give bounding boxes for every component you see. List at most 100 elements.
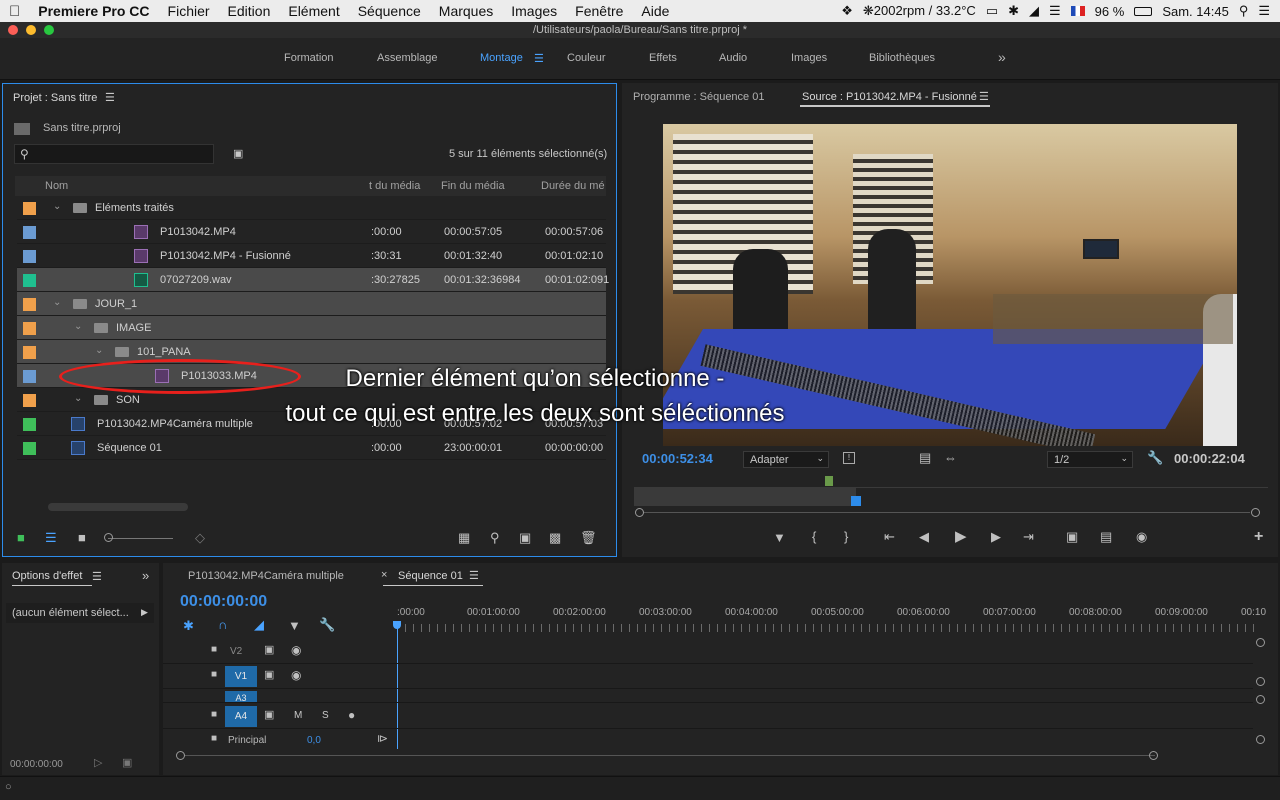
go-to-in-icon[interactable]: ⇤: [884, 529, 895, 545]
eye-icon[interactable]: ◉: [291, 668, 301, 682]
playhead[interactable]: [851, 496, 861, 506]
menu-marques[interactable]: Marques: [430, 3, 502, 19]
battery-icon[interactable]: [1134, 6, 1153, 16]
menu-aide[interactable]: Aide: [632, 3, 678, 19]
close-tab-icon[interactable]: ×: [381, 569, 387, 581]
track-label-v2[interactable]: V2: [230, 646, 242, 657]
workspace-effets[interactable]: Effets: [649, 52, 677, 64]
export-icon[interactable]: ▣: [122, 756, 132, 769]
project-row[interactable]: ⌄ Eléments traités: [17, 196, 606, 220]
menu-app[interactable]: Premiere Pro CC: [29, 3, 158, 19]
sort-icon[interactable]: ◇: [195, 530, 205, 546]
workspace-montage[interactable]: Montage: [480, 52, 523, 64]
marker[interactable]: [825, 476, 833, 486]
step-back-icon[interactable]: ◀: [919, 529, 929, 545]
insert-clip-icon[interactable]: ▣: [1066, 529, 1078, 545]
project-row[interactable]: Séquence 01:00:00 23:00:00:01 00:00:00:00: [17, 436, 606, 460]
master-volume-value[interactable]: 0,0: [307, 735, 321, 746]
track-label-a3[interactable]: A3: [225, 691, 257, 702]
label-color-swatch[interactable]: [23, 370, 36, 383]
workspace-bibliotheques[interactable]: Bibliothèques: [869, 52, 935, 64]
notification-icon[interactable]: ☰: [1258, 3, 1270, 19]
nest-icon[interactable]: ✱: [183, 618, 194, 634]
lock-icon[interactable]: ■: [211, 709, 217, 720]
master-link-icon[interactable]: ⧐: [377, 732, 388, 745]
eye-icon[interactable]: ◉: [291, 643, 301, 657]
label-color-swatch[interactable]: [23, 250, 36, 263]
tab-sequence-01[interactable]: Séquence 01: [398, 570, 463, 582]
track-label-v1[interactable]: V1: [225, 666, 257, 687]
mark-out-icon[interactable]: }: [844, 529, 848, 544]
step-forward-icon[interactable]: ▶: [991, 529, 1001, 545]
flag-icon[interactable]: [1070, 6, 1085, 16]
source-menu-icon[interactable]: ☰: [979, 90, 989, 103]
menu-fenetre[interactable]: Fenêtre: [566, 3, 632, 19]
vertical-scroll-bottom[interactable]: [1256, 677, 1265, 686]
label-color-swatch[interactable]: [23, 442, 36, 455]
tab-program-monitor[interactable]: Programme : Séquence 01: [633, 91, 764, 103]
disclosure-triangle-icon[interactable]: ⌄: [74, 321, 82, 332]
filter-icon[interactable]: ▷: [94, 756, 102, 769]
project-row[interactable]: ⌄ JOUR_1: [17, 292, 606, 316]
status-icon[interactable]: ○: [5, 781, 12, 793]
add-button-icon[interactable]: +: [1254, 528, 1263, 546]
workspace-images[interactable]: Images: [791, 52, 827, 64]
label-color-swatch[interactable]: [23, 394, 36, 407]
zoom-scroll-track[interactable]: [644, 512, 1250, 513]
col-media-start[interactable]: t du média: [369, 176, 420, 196]
lock-icon[interactable]: ■: [17, 530, 25, 545]
label-color-swatch[interactable]: [23, 346, 36, 359]
timeline-scroll-right[interactable]: [1149, 751, 1158, 760]
settings-box-icon[interactable]: !: [843, 452, 855, 464]
overwrite-icon[interactable]: ▤: [1100, 529, 1112, 545]
expand-arrow-icon[interactable]: ▶: [141, 607, 148, 618]
delete-icon[interactable]: 🗑: [580, 530, 597, 546]
tab-source-monitor[interactable]: Source : P1013042.MP4 - Fusionné: [802, 91, 977, 103]
timeline-menu-icon[interactable]: ☰: [469, 569, 479, 582]
fit-select[interactable]: Adapter ⌄: [743, 451, 829, 468]
zoom-slider[interactable]: [108, 538, 173, 539]
effect-timecode[interactable]: 00:00:00:00: [10, 759, 63, 770]
list-view-icon[interactable]: ☰: [45, 530, 57, 546]
label-color-swatch[interactable]: [23, 274, 36, 287]
audio-scroll-top[interactable]: [1256, 695, 1265, 704]
audio-scroll-bottom[interactable]: [1256, 735, 1265, 744]
wifi-icon[interactable]: ☰: [1049, 3, 1061, 19]
airplay-icon[interactable]: ▭: [986, 3, 998, 19]
vertical-scroll-top[interactable]: [1256, 638, 1265, 647]
col-media-end[interactable]: Fin du média: [441, 176, 505, 196]
zoom-button[interactable]: [44, 25, 54, 35]
workspace-menu-icon[interactable]: ☰: [534, 52, 544, 65]
project-row[interactable]: ⌄ IMAGE: [17, 316, 606, 340]
battery-text[interactable]: 96 %: [1095, 4, 1125, 19]
track-label-a4[interactable]: A4: [225, 706, 257, 727]
icon-view-icon[interactable]: ■: [78, 530, 86, 545]
resolution-select[interactable]: 1/2 ⌄: [1047, 451, 1133, 468]
dropbox-icon[interactable]: ❖: [841, 3, 853, 19]
effect-controls-title[interactable]: Options d'effet: [12, 570, 82, 582]
menu-element[interactable]: Elément: [279, 3, 348, 19]
panel-menu-icon[interactable]: ☰: [105, 91, 115, 104]
disclosure-triangle-icon[interactable]: ⌄: [53, 201, 61, 212]
project-row[interactable]: P1013042.MP4:00:00 00:00:57:05 00:00:57:06: [17, 220, 606, 244]
col-name[interactable]: Nom: [45, 176, 68, 196]
solo-button[interactable]: S: [322, 710, 329, 721]
add-marker-icon[interactable]: ▼: [288, 618, 301, 633]
spotlight-icon[interactable]: ⚲: [1239, 3, 1249, 19]
mute-button[interactable]: M: [294, 710, 302, 721]
snap-magnet-icon[interactable]: ∩: [218, 617, 227, 632]
zoom-slider-handle[interactable]: [104, 533, 113, 542]
go-to-out-icon[interactable]: ⇥: [1023, 529, 1034, 545]
zoom-scroll-right[interactable]: [1251, 508, 1260, 517]
timeline-ruler[interactable]: :00:00 00:01:00:00 00:02:00:00 00:03:00:00 0…: [397, 607, 1266, 633]
project-row[interactable]: P1013042.MP4 - Fusionné:30:31 00:01:32:40…: [17, 244, 606, 268]
label-color-swatch[interactable]: [23, 298, 36, 311]
panel-overflow-icon[interactable]: »: [142, 568, 149, 583]
apple-icon[interactable]: : [0, 3, 29, 20]
lock-icon[interactable]: ■: [211, 669, 217, 680]
horizontal-scrollbar[interactable]: [48, 503, 188, 511]
menu-edition[interactable]: Edition: [219, 3, 280, 19]
insert-icon[interactable]: ▤: [919, 450, 931, 466]
automate-icon[interactable]: ▦: [458, 530, 470, 546]
play-icon[interactable]: ▶: [955, 527, 967, 545]
